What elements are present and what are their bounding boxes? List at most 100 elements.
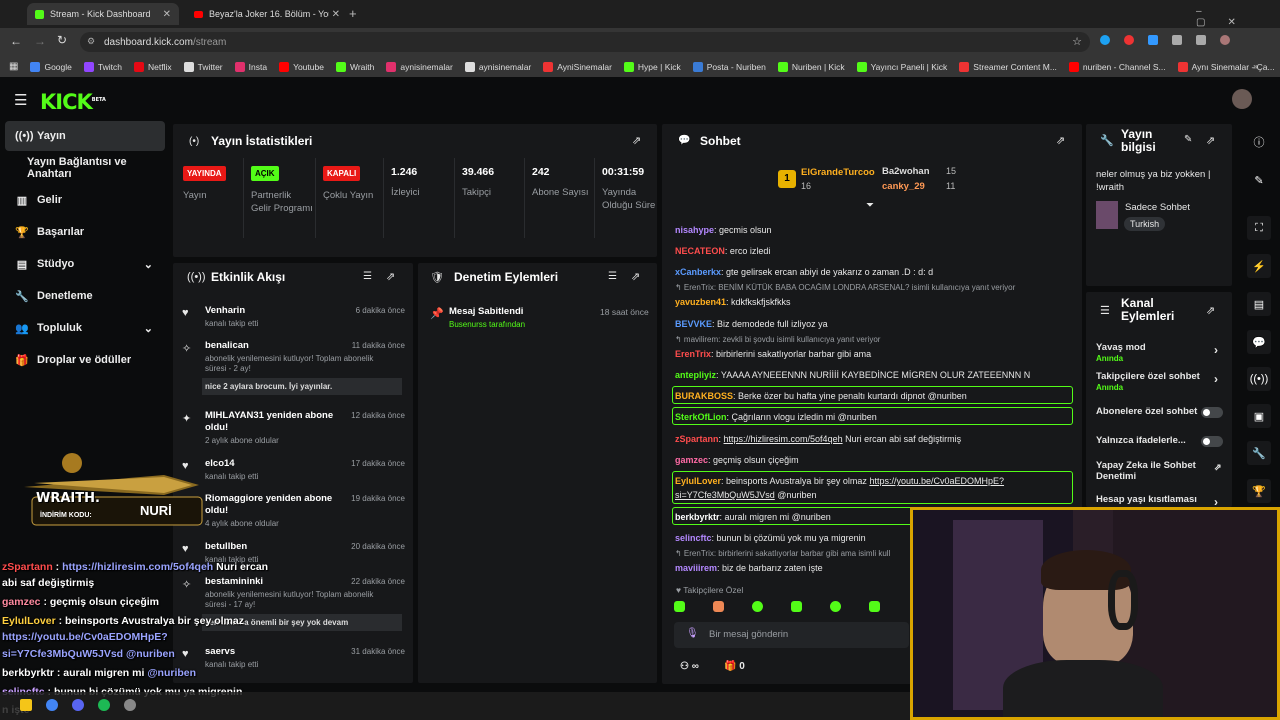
emote-icon[interactable] — [752, 601, 763, 612]
emote-icon[interactable] — [791, 601, 802, 612]
channel-action-item[interactable]: Yalnızca ifadelerle... — [1096, 435, 1226, 447]
activity-name[interactable]: bestamininki — [205, 576, 355, 588]
chat-username[interactable]: nisahype — [675, 225, 714, 235]
bookmark-star-icon[interactable]: ☆ — [1072, 35, 1082, 48]
emote-icon[interactable] — [869, 601, 880, 612]
popout-icon[interactable]: ⇗ — [1214, 462, 1222, 473]
bookmark-item[interactable]: Yayıncı Paneli | Kick — [856, 61, 947, 72]
gifter-name[interactable]: canky_29 — [882, 181, 925, 192]
bolt-icon[interactable]: ⚡ — [1247, 254, 1271, 278]
chat-icon[interactable]: 💬 — [1247, 330, 1271, 354]
filter-icon[interactable]: ☰ — [363, 271, 372, 282]
bookmark-item[interactable]: Twitter — [183, 61, 223, 72]
chevron-right-icon[interactable]: › — [1214, 372, 1218, 386]
forward-icon[interactable]: → — [34, 34, 46, 48]
trophy-icon[interactable]: 🏆 — [1247, 479, 1271, 503]
close-tab-icon[interactable]: ✕ — [332, 9, 340, 20]
bookmark-item[interactable]: Insta — [234, 61, 267, 72]
sidebar-item-droplar[interactable]: 🎁 Droplar ve ödüller — [5, 345, 165, 375]
popout-icon[interactable]: ⇗ — [1206, 304, 1215, 317]
channel-action-item[interactable]: Hesap yaşı kısıtlaması › — [1096, 494, 1226, 509]
folder-icon[interactable] — [20, 699, 32, 711]
tab-kick-dashboard[interactable]: Stream - Kick Dashboard ✕ — [27, 3, 179, 25]
broadcast-icon[interactable]: ((•)) — [1247, 367, 1271, 391]
reload-icon[interactable]: ↻ — [57, 33, 67, 47]
gift-count[interactable]: 🎁 0 — [724, 661, 745, 672]
channel-action-item[interactable]: Takipçilere özel sohbet Anında › — [1096, 371, 1226, 392]
activity-name[interactable]: benalican — [205, 340, 355, 352]
bookmark-item[interactable]: Wraith — [335, 61, 374, 72]
emote-row[interactable] — [674, 601, 914, 615]
chat-username[interactable]: NECATEON — [675, 246, 725, 256]
wrench-icon[interactable]: 🔧 — [1247, 441, 1271, 465]
activity-name[interactable]: elco14 — [205, 458, 355, 470]
chat-username[interactable]: SterkOfLion — [675, 412, 727, 422]
bookmark-item[interactable]: Posta - Nuriben — [692, 61, 766, 72]
chat-input[interactable]: 🎙 Bir mesaj gönderin — [674, 622, 909, 648]
document-icon[interactable]: ▤ — [1247, 292, 1271, 316]
bookmark-item[interactable]: Streamer Content M... — [959, 61, 1057, 72]
chevron-right-icon[interactable]: › — [1214, 343, 1218, 357]
video-icon[interactable]: ▣ — [1247, 404, 1271, 428]
new-tab-icon[interactable]: + — [349, 6, 357, 21]
gifter-name[interactable]: ElGrandeTurcoo — [801, 167, 875, 178]
bookmark-item[interactable]: AyniSinemalar — [543, 61, 612, 72]
bookmark-item[interactable]: Youtube — [279, 61, 324, 72]
popout-icon[interactable]: ⇗ — [386, 270, 395, 283]
chat-username[interactable]: BEVVKE — [675, 319, 712, 329]
activity-name[interactable]: betullben — [205, 541, 355, 553]
collapse-icon[interactable]: ⏷ — [866, 200, 874, 211]
bookmark-item[interactable]: Nuriben | Kick — [777, 61, 845, 72]
edit-icon[interactable]: ✎ — [1247, 168, 1271, 192]
channel-action-item[interactable]: Yavaş mod Anında › — [1096, 342, 1226, 363]
bookmark-item[interactable]: aynisinemalar — [464, 61, 531, 72]
bookmark-item[interactable]: Aynı Sinemalar - Ça... — [1177, 61, 1275, 72]
chat-username[interactable]: xCanberkx — [675, 267, 721, 277]
chat-username[interactable]: maviiirem — [675, 563, 717, 573]
more-bookmarks-icon[interactable]: » — [1253, 61, 1258, 71]
sidebar-item-basarilar[interactable]: 🏆 Başarılar — [5, 217, 165, 247]
info-icon[interactable]: ⓘ — [1247, 130, 1271, 154]
chrome-icon[interactable] — [46, 699, 58, 711]
activity-name[interactable]: MIHLAYAN31 yeniden abone oldu! — [205, 410, 355, 434]
sidebar-item-yayin[interactable]: ((•)) Yayın — [5, 121, 165, 151]
edit-icon[interactable]: ✎ — [1184, 134, 1192, 145]
emote-icon[interactable] — [674, 601, 685, 612]
sidebar-item-stream-key[interactable]: Yayın Bağlantısı ve Anahtarı — [5, 153, 165, 183]
bookmark-item[interactable]: Hype | Kick — [623, 61, 681, 72]
channel-action-item[interactable]: Abonelere özel sohbet — [1096, 406, 1226, 418]
taskbar-icons[interactable] — [20, 699, 136, 711]
chat-username[interactable]: selincftc — [675, 533, 712, 543]
stream-category[interactable]: Sadece Sohbet — [1125, 202, 1190, 213]
chat-username[interactable]: ErenTrix — [675, 349, 711, 359]
toggle-switch[interactable] — [1201, 436, 1223, 447]
popout-icon[interactable]: ⇗ — [631, 270, 640, 283]
window-controls[interactable]: –▢✕ — [1196, 6, 1280, 28]
filter-icon[interactable]: ☰ — [608, 271, 617, 282]
activity-name[interactable]: Riomaggiore yeniden abone oldu! — [205, 493, 355, 517]
spotify-icon[interactable] — [98, 699, 110, 711]
sidebar-item-denetleme[interactable]: 🔧 Denetleme — [5, 281, 165, 311]
chat-username[interactable]: antepliyiz — [675, 370, 716, 380]
sidebar-item-topluluk[interactable]: 👥 Topluluk ⌄ — [5, 313, 165, 343]
chat-username[interactable]: yavuzben41 — [675, 297, 726, 307]
popout-icon[interactable]: ⇗ — [1206, 134, 1215, 147]
activity-name[interactable]: saervs — [205, 646, 355, 658]
popout-icon[interactable]: ⇗ — [1056, 134, 1065, 147]
bookmark-item[interactable]: Google — [30, 61, 72, 72]
crop-icon[interactable]: ⛶ — [1247, 216, 1271, 240]
discord-icon[interactable] — [72, 699, 84, 711]
bookmark-item[interactable]: aynisinemalar — [386, 61, 453, 72]
toggle-switch[interactable] — [1201, 407, 1223, 418]
viewer-mode[interactable]: ⚇ ∞ — [680, 661, 699, 672]
chat-username[interactable]: zSpartann — [675, 434, 719, 444]
kick-logo[interactable]: KICKBETA — [40, 90, 106, 114]
chat-username[interactable]: gamzec — [675, 455, 708, 465]
emote-icon[interactable] — [830, 601, 841, 612]
bookmark-item[interactable]: nuriben - Channel S... — [1068, 61, 1166, 72]
activity-name[interactable]: Venharin — [205, 305, 355, 317]
chat-username[interactable]: berkbyrktr — [675, 512, 720, 522]
sidebar-item-gelir[interactable]: ▥ Gelir — [5, 185, 165, 215]
tab-youtube[interactable]: Beyaz'la Joker 16. Bölüm - YouT ✕ — [186, 3, 348, 25]
emote-icon[interactable] — [713, 601, 724, 612]
